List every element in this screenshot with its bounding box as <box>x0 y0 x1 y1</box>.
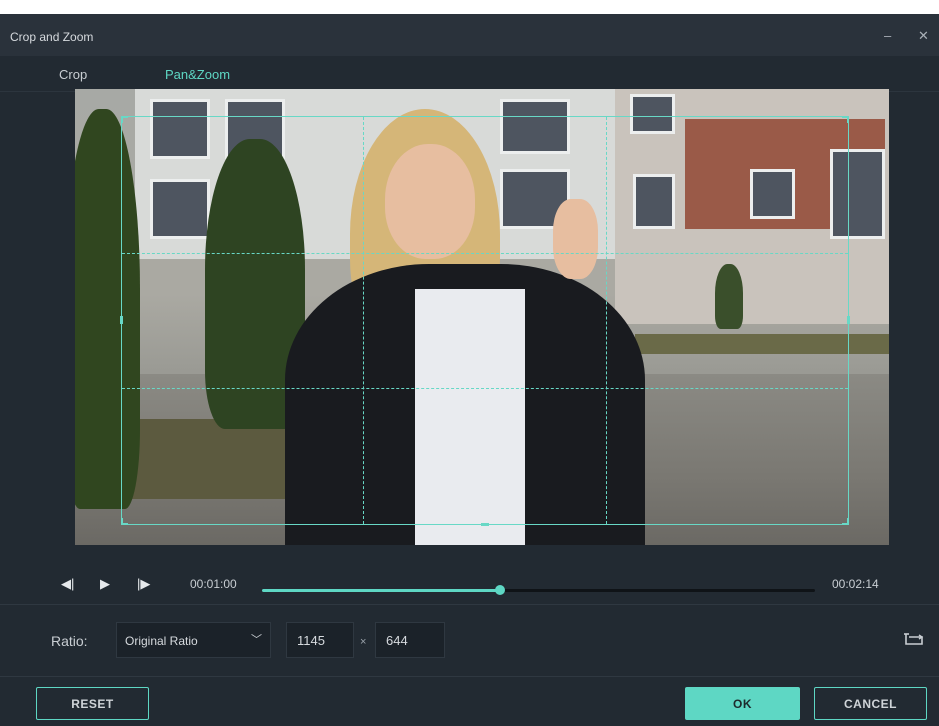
total-time: 00:02:14 <box>832 577 879 591</box>
window-title: Crop and Zoom <box>10 30 94 44</box>
crop-handle-left[interactable] <box>120 316 123 324</box>
step-forward-icon[interactable]: |▶ <box>137 576 150 592</box>
divider <box>0 604 939 605</box>
step-back-icon[interactable]: ◀| <box>61 576 74 592</box>
timeline-slider[interactable] <box>262 585 815 595</box>
width-input[interactable] <box>286 622 354 658</box>
reset-button[interactable]: RESET <box>36 687 149 720</box>
title-bar: Crop and Zoom – ✕ <box>0 14 939 56</box>
playback-bar: ◀| ▶ |▶ 00:01:00 00:02:14 <box>0 560 939 604</box>
current-time: 00:01:00 <box>190 577 237 591</box>
timeline-progress <box>262 589 500 592</box>
ratio-selected-value: Original Ratio <box>125 634 198 648</box>
tab-pan-zoom[interactable]: Pan&Zoom <box>165 67 230 82</box>
tab-bar: Crop Pan&Zoom <box>0 56 939 92</box>
ratio-label: Ratio: <box>51 633 88 649</box>
close-icon[interactable]: ✕ <box>918 28 929 44</box>
minimize-icon[interactable]: – <box>884 28 891 43</box>
crop-rectangle[interactable] <box>120 116 850 526</box>
crop-handle-right[interactable] <box>847 316 850 324</box>
swap-aspect-icon[interactable] <box>903 632 925 646</box>
crop-handle-top-left[interactable] <box>121 116 128 123</box>
crop-handle-bottom-left[interactable] <box>121 518 128 525</box>
play-icon[interactable]: ▶ <box>100 576 110 592</box>
timeline-playhead[interactable] <box>494 585 505 595</box>
crop-handle-bottom[interactable] <box>481 523 489 526</box>
chevron-down-icon: ﹀ <box>251 634 262 646</box>
height-input[interactable] <box>375 622 445 658</box>
crop-handle-top-right[interactable] <box>842 116 849 123</box>
crop-handle-bottom-right[interactable] <box>842 518 849 525</box>
ratio-select[interactable]: Original Ratio ﹀ <box>116 622 271 658</box>
dimension-separator: × <box>360 636 367 648</box>
ok-button[interactable]: OK <box>685 687 800 720</box>
tab-crop[interactable]: Crop <box>59 67 87 82</box>
cancel-button[interactable]: CANCEL <box>814 687 927 720</box>
